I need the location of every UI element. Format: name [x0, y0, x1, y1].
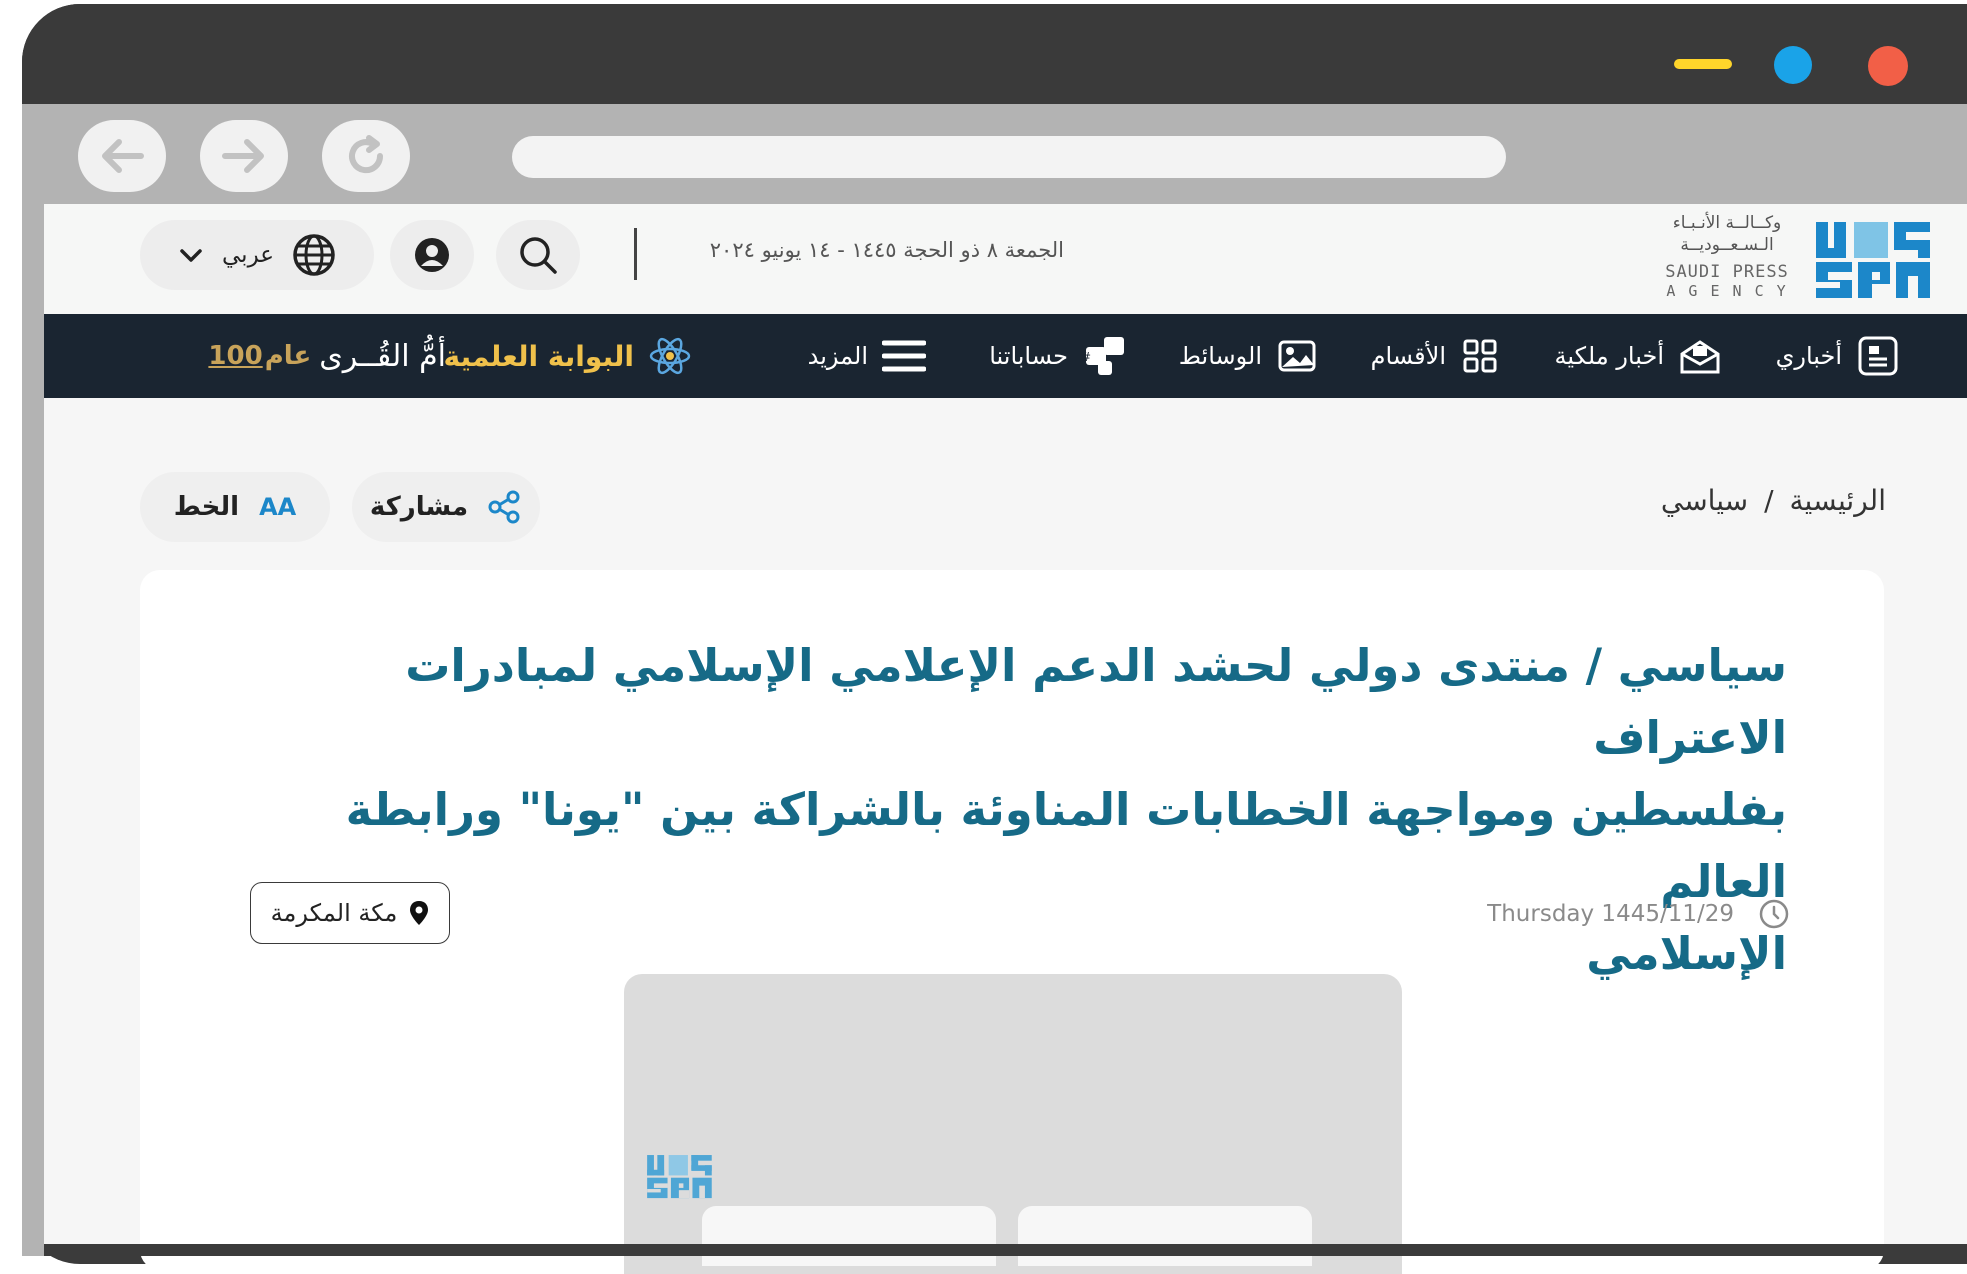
umm-alqura-link[interactable]: أمُّ القُــرى عام 100: [208, 314, 446, 398]
language-label: عربي: [222, 242, 274, 268]
browser-left-bezel: [22, 204, 44, 1256]
header-date: الجمعة ٨ ذو الحجة ١٤٤٥ - ١٤ يونيو ٢٠٢٤: [709, 238, 1064, 262]
arrow-left-icon: [102, 139, 144, 173]
address-bar[interactable]: [512, 136, 1506, 178]
location-pin-icon: [410, 901, 429, 925]
minimize-button[interactable]: [1674, 59, 1732, 69]
article-title-line: سياسي / منتدى دولي لحشد الدعم الإعلامي ا…: [405, 639, 1787, 764]
nav-item-media[interactable]: الوسائط: [1179, 314, 1318, 398]
browser-titlebar: [22, 4, 1967, 104]
share-label: مشاركة: [369, 492, 469, 522]
font-size-icon: AA: [259, 493, 297, 521]
arrow-right-icon: [222, 139, 264, 173]
umm-alqura-badge: عام 100: [208, 341, 311, 371]
back-button[interactable]: [78, 120, 166, 192]
share-button[interactable]: مشاركة: [352, 472, 540, 542]
nav-label: الأقسام: [1370, 342, 1446, 370]
language-selector[interactable]: عربي: [140, 220, 374, 290]
maximize-button[interactable]: [1774, 46, 1812, 84]
article-date-row: Thursday 1445/11/29: [1480, 894, 1790, 934]
chevron-down-icon: [180, 249, 202, 262]
spa-logo[interactable]: وكــالــة الأنـبـاء الـسـعــوديــة SAUDI…: [1604, 212, 1934, 302]
accounts-icon: #: [1082, 337, 1124, 375]
umm-alqura-badge-suffix: عام: [264, 341, 312, 371]
logo-mark: [1814, 218, 1934, 300]
nav-label: أخبار ملكية: [1554, 342, 1664, 370]
breadcrumb-separator: /: [1764, 484, 1774, 517]
nav-label: الوسائط: [1178, 342, 1262, 370]
user-icon: [415, 238, 449, 272]
atom-icon: [649, 337, 691, 375]
nav-label: حساباتنا: [989, 342, 1068, 370]
menu-icon: [882, 340, 926, 372]
nav-item-royal-news[interactable]: أخبار ملكية: [1555, 314, 1722, 398]
clock-icon: [1759, 899, 1789, 929]
breadcrumb-current[interactable]: سياسي: [1661, 484, 1748, 517]
breadcrumb: الرئيسية / سياسي: [1500, 484, 1886, 517]
news-icon: [1858, 336, 1898, 376]
spa-watermark-logo: [647, 1155, 712, 1199]
logo-english-line1: SAUDI PRESS: [1665, 262, 1789, 282]
breadcrumb-home[interactable]: الرئيسية: [1790, 484, 1886, 517]
font-size-button[interactable]: AA الخط: [140, 472, 330, 542]
media-icon: [1278, 340, 1316, 372]
nav-label: أخباري: [1775, 342, 1842, 370]
umm-alqura-label: أمُّ القُــرى: [319, 338, 446, 374]
logo-arabic-text: وكــالــة الأنـبـاء الـسـعــوديــة: [1672, 213, 1782, 255]
image-subcard: [702, 1206, 996, 1266]
image-subcard: [1018, 1206, 1312, 1266]
article-date: Thursday 1445/11/29: [1487, 901, 1734, 927]
header-divider: [634, 228, 637, 280]
close-button[interactable]: [1868, 46, 1908, 86]
svg-text:#: #: [1082, 350, 1091, 364]
share-icon: [488, 490, 520, 524]
reload-icon: [349, 135, 384, 174]
nav-label: المزيد: [807, 342, 868, 370]
science-portal-link[interactable]: البوابة العلمية: [444, 314, 692, 398]
search-icon: [520, 237, 557, 274]
user-button[interactable]: [390, 220, 474, 290]
font-label: الخط: [173, 492, 240, 522]
nav-item-sections[interactable]: الأقسام: [1371, 314, 1500, 398]
site-header: وكــالــة الأنـبـاء الـسـعــوديــة SAUDI…: [44, 204, 1967, 315]
science-portal-label: البوابة العلمية: [443, 339, 634, 373]
forward-button[interactable]: [200, 120, 288, 192]
royal-news-icon: [1680, 340, 1720, 374]
search-button[interactable]: [496, 220, 580, 290]
location-label: مكة المكرمة: [270, 899, 398, 927]
article-title: سياسي / منتدى دولي لحشد الدعم الإعلامي ا…: [327, 630, 1787, 990]
nav-item-more[interactable]: المزيد: [808, 314, 926, 398]
reload-button[interactable]: [322, 120, 410, 192]
logo-english-line2: A G E N C Y: [1666, 282, 1788, 300]
globe-icon: [293, 234, 335, 276]
nav-item-my-news[interactable]: أخباري: [1776, 314, 1900, 398]
grid-icon: [1463, 339, 1497, 373]
location-chip[interactable]: مكة المكرمة: [250, 882, 450, 944]
nav-item-accounts[interactable]: # حساباتنا: [989, 314, 1128, 398]
main-navbar: أخباري أخبار ملكية الأقسام الوسائط حسابا…: [44, 314, 1967, 398]
browser-bottom-bezel: [22, 1244, 1967, 1256]
umm-alqura-badge-number: 100: [208, 341, 263, 371]
